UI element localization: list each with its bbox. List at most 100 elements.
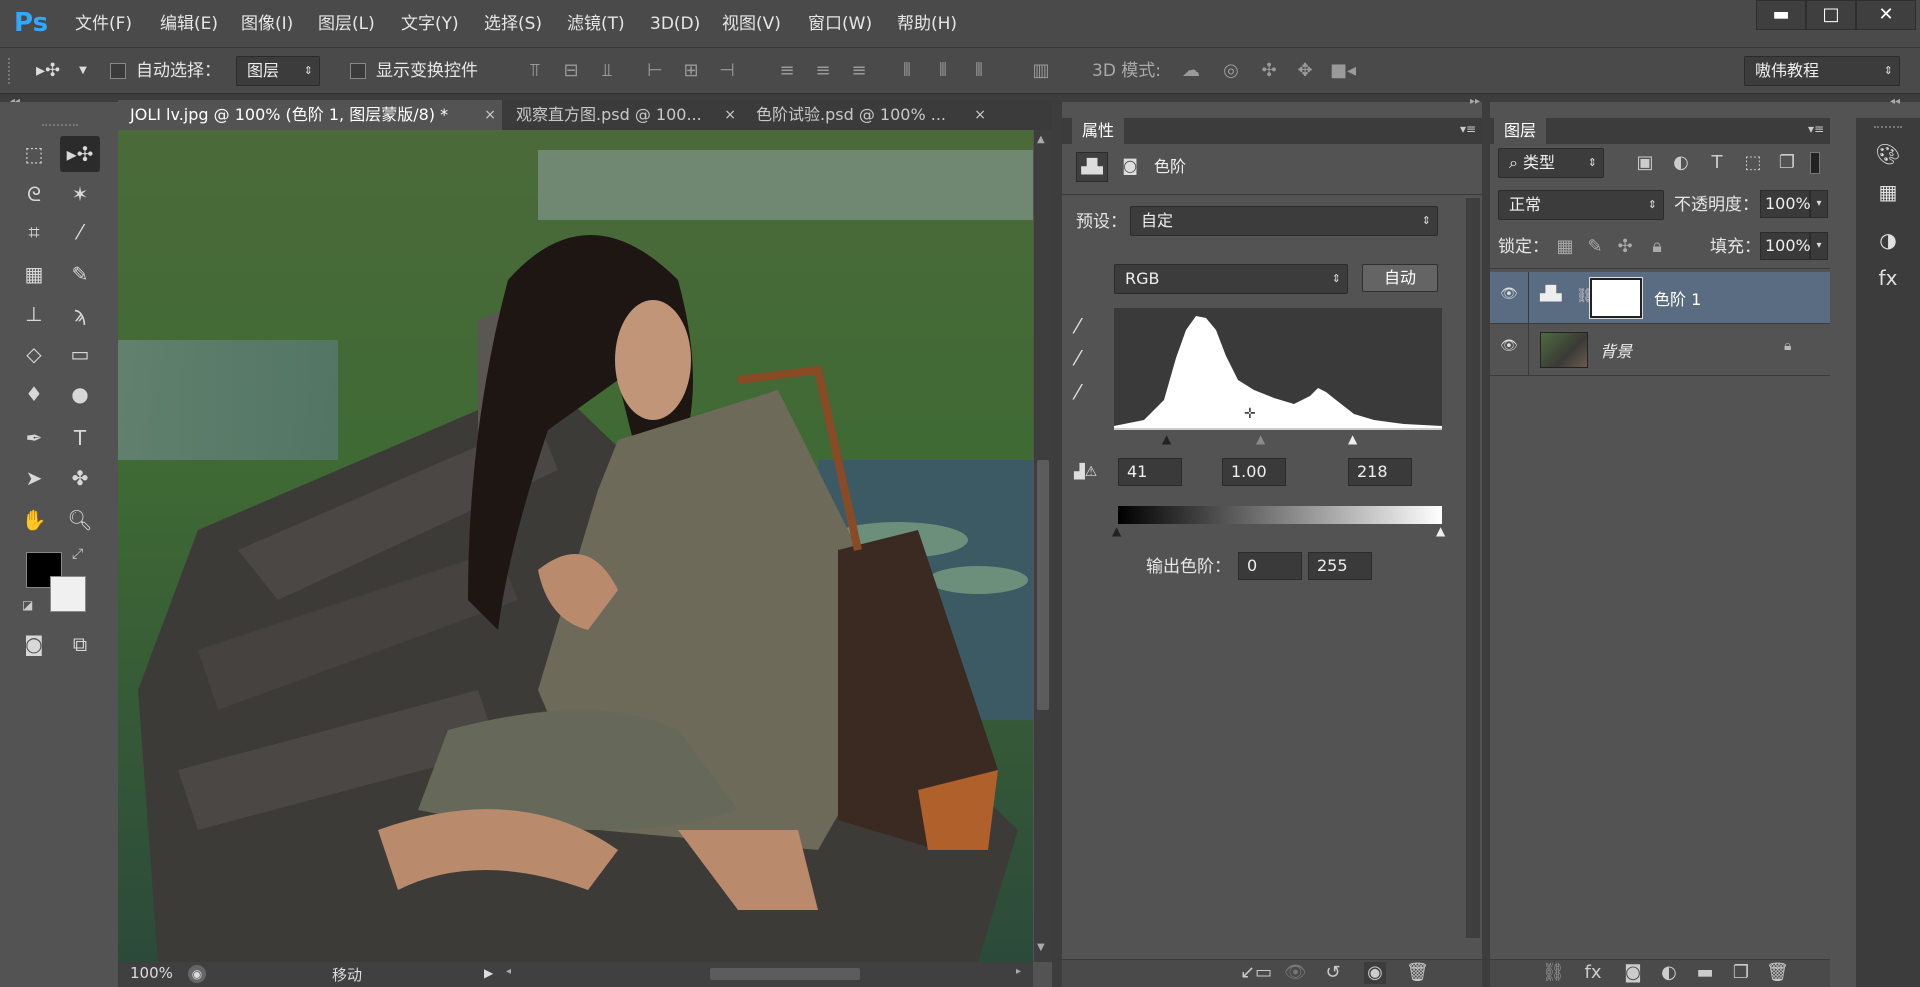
brush-tool-icon[interactable]: ✎ <box>60 256 100 292</box>
opacity-field[interactable]: 100% <box>1760 190 1811 218</box>
visibility-eye-icon[interactable]: 👁︎ <box>1500 286 1518 302</box>
fill-dropdown-icon[interactable]: ▾ <box>1810 232 1828 260</box>
clone-stamp-icon[interactable]: ⊥ <box>14 296 54 332</box>
tab-levels-test[interactable]: 色阶试验.psd @ 100% ... × <box>744 100 992 130</box>
camera-3d-icon[interactable]: ■◂ <box>1330 60 1356 82</box>
color-palette-icon[interactable]: 🎨︎ <box>1874 140 1902 168</box>
layer-name[interactable]: 色阶 1 <box>1654 286 1701 310</box>
quick-mask-icon[interactable]: ◙ <box>14 626 54 662</box>
default-colors-icon[interactable]: ◪ <box>22 598 33 612</box>
add-mask-icon[interactable]: ◙ <box>1622 962 1644 984</box>
layer-thumbnail[interactable] <box>1540 332 1588 368</box>
scroll-left-icon[interactable]: ◂ <box>506 966 511 977</box>
align-vcenter-icon[interactable]: ⊟ <box>560 60 582 82</box>
magic-wand-icon[interactable]: ✶ <box>60 176 100 212</box>
menu-edit[interactable]: 编辑(E) <box>160 12 218 36</box>
opacity-dropdown-icon[interactable]: ▾ <box>1810 190 1828 218</box>
blur-tool-icon[interactable]: ♦ <box>14 376 54 412</box>
distribute-top-icon[interactable]: ≡ <box>776 60 798 82</box>
mask-icon[interactable]: ◙ <box>1114 152 1146 182</box>
filter-toggle[interactable] <box>1810 152 1820 174</box>
white-eyedropper-icon[interactable]: ⁄ <box>1076 380 1079 404</box>
history-brush-icon[interactable]: ϡ <box>60 296 100 332</box>
healing-brush-icon[interactable]: ▦ <box>14 256 54 292</box>
swap-colors-icon[interactable]: ⤢ <box>72 546 83 562</box>
input-gamma-slider[interactable]: ▲ <box>1256 432 1265 446</box>
distribute-right-icon[interactable]: ⦀ <box>968 60 990 82</box>
clipping-warning-icon[interactable]: ▟⚠ <box>1074 464 1097 480</box>
close-icon[interactable]: × <box>974 100 986 130</box>
lasso-tool-icon[interactable]: ᘓ <box>14 176 54 212</box>
maximize-button[interactable]: □ <box>1806 0 1856 30</box>
channel-dropdown[interactable]: RGB ⇕ <box>1114 264 1348 294</box>
input-gamma-field[interactable]: 1.00 <box>1222 458 1286 486</box>
layer-name[interactable]: 背景 <box>1600 338 1632 362</box>
menu-layer[interactable]: 图层(L) <box>318 12 375 36</box>
custom-shape-icon[interactable]: ✤ <box>60 460 100 496</box>
blend-mode-dropdown[interactable]: 正常 ⇕ <box>1498 190 1664 220</box>
trash-icon[interactable]: 🗑︎ <box>1766 962 1789 984</box>
gray-eyedropper-icon[interactable]: ⁄ <box>1076 346 1079 370</box>
filter-shape-icon[interactable]: ⬚ <box>1742 152 1764 174</box>
screen-mode-icon[interactable]: ⧉ <box>60 626 100 662</box>
filter-type-icon[interactable]: T <box>1706 152 1728 174</box>
styles-fx-icon[interactable]: fx <box>1874 264 1902 292</box>
show-transform-checkbox[interactable] <box>350 63 366 79</box>
auto-select-checkbox[interactable] <box>110 63 126 79</box>
background-color-swatch[interactable] <box>50 576 86 612</box>
panel-menu-icon[interactable]: ▾≡ <box>1808 122 1824 136</box>
collapse-far-right-icon[interactable]: ◂◂ <box>1890 96 1900 107</box>
distribute-hcenter-icon[interactable]: ⦀ <box>932 60 954 82</box>
marquee-tool-icon[interactable]: ⬚ <box>14 136 54 172</box>
vertical-scrollbar[interactable]: ▲ ▼ <box>1034 130 1052 962</box>
filter-smart-object-icon[interactable]: ❐ <box>1776 152 1798 174</box>
histogram[interactable]: ✛ <box>1114 308 1442 430</box>
collapse-right-icon[interactable]: ▸▸ <box>1470 96 1480 107</box>
distribute-bottom-icon[interactable]: ≡ <box>848 60 870 82</box>
menu-file[interactable]: 文件(F) <box>75 12 132 36</box>
trash-icon[interactable]: 🗑︎ <box>1406 962 1429 984</box>
path-select-icon[interactable]: ➤ <box>14 460 54 496</box>
fill-field[interactable]: 100% <box>1760 232 1811 260</box>
view-previous-icon[interactable]: 👁︎ <box>1284 962 1307 984</box>
align-bottom-icon[interactable]: ⫫ <box>596 60 618 82</box>
output-white-slider[interactable]: ▲ <box>1436 524 1445 538</box>
visibility-eye-icon[interactable]: 👁︎ <box>1500 338 1518 354</box>
auto-button[interactable]: 自动 <box>1362 264 1438 292</box>
type-tool-icon[interactable]: T <box>60 420 100 456</box>
fx-icon[interactable]: fx <box>1582 962 1604 984</box>
tab-histogram[interactable]: 观察直方图.psd @ 100... × <box>504 100 742 130</box>
status-info-icon[interactable]: ◉ <box>188 965 206 983</box>
zoom-level[interactable]: 100% <box>130 964 173 982</box>
eraser-tool-icon[interactable]: ◇ <box>14 336 54 372</box>
swatches-grid-icon[interactable]: ▦ <box>1874 178 1902 206</box>
levels-adjustment-icon[interactable]: ▟▙ <box>1076 152 1108 182</box>
input-black-slider[interactable]: ▲ <box>1162 432 1171 446</box>
black-eyedropper-icon[interactable]: ⁄ <box>1076 314 1079 338</box>
document-canvas[interactable] <box>118 130 1033 962</box>
menu-window[interactable]: 窗口(W) <box>808 12 872 36</box>
new-group-icon[interactable]: ▬ <box>1694 962 1716 984</box>
auto-align-icon[interactable]: ▥ <box>1030 60 1052 82</box>
move-tool-icon[interactable]: ▸✣ <box>60 136 100 172</box>
gradient-tool-icon[interactable]: ▭ <box>60 336 100 372</box>
distribute-left-icon[interactable]: ⦀ <box>896 60 918 82</box>
layer-row-levels[interactable]: 👁︎ ▟▙ ⛓︎ 色阶 1 <box>1490 272 1830 324</box>
align-top-icon[interactable]: ⫪ <box>524 60 546 82</box>
lock-transparent-icon[interactable]: ▦ <box>1554 236 1576 258</box>
scrollbar-thumb[interactable] <box>1037 460 1049 710</box>
minimize-button[interactable]: ▬ <box>1756 0 1806 30</box>
eyedropper-tool-icon[interactable]: ⁄ <box>60 214 100 250</box>
tab-joli[interactable]: JOLI lv.jpg @ 100% (色阶 1, 图层蒙版/8) * × <box>118 100 502 130</box>
layer-filter-dropdown[interactable]: ⌕ 类型 ⇕ <box>1498 148 1604 178</box>
close-icon[interactable]: × <box>724 100 736 130</box>
close-icon[interactable]: × <box>484 100 496 130</box>
horizontal-scrollbar-thumb[interactable] <box>710 968 860 980</box>
move-tool-preset-icon[interactable]: ▸✣ <box>36 60 60 82</box>
properties-tab[interactable]: 属性 <box>1072 118 1125 144</box>
input-black-field[interactable]: 41 <box>1118 458 1182 486</box>
input-white-field[interactable]: 218 <box>1348 458 1412 486</box>
chevron-down-icon[interactable]: ▼ <box>72 60 94 82</box>
menu-filter[interactable]: 滤镜(T) <box>567 12 625 36</box>
new-adjustment-icon[interactable]: ◐ <box>1658 962 1680 984</box>
